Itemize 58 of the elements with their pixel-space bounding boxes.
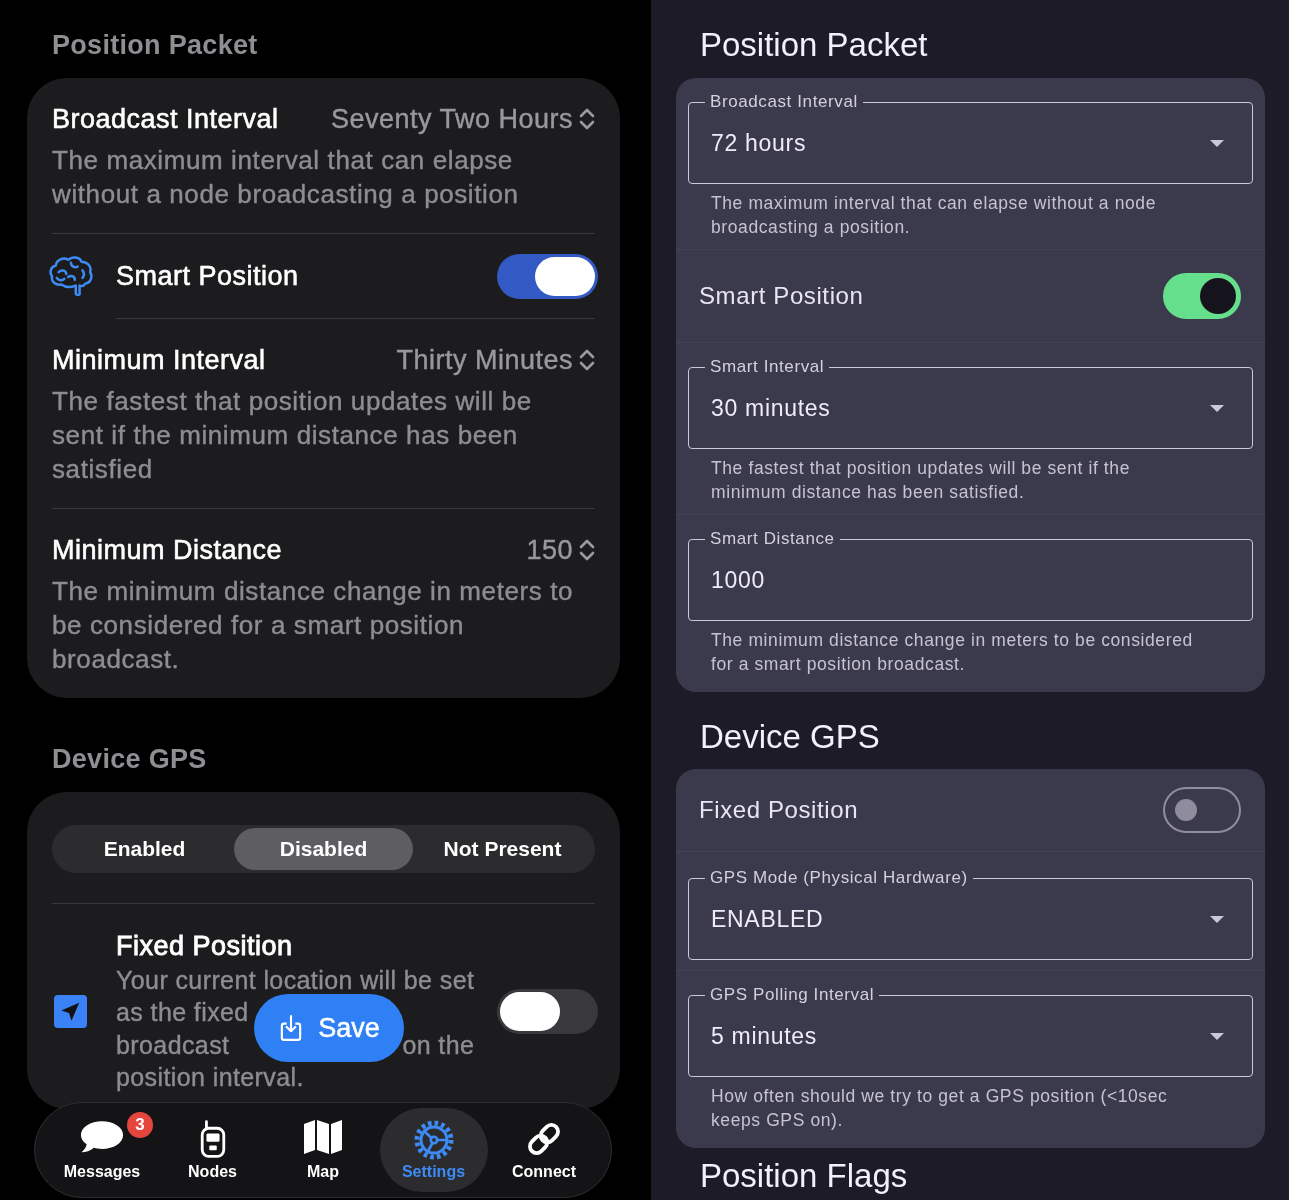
segment-tab[interactable]: Enabled (55, 828, 234, 870)
chevron-up-down-icon (579, 538, 595, 562)
toggle-switch[interactable] (497, 989, 598, 1035)
settings-icon (413, 1120, 454, 1160)
helper-text: The fastest that position updates will be sent if the minimum distance has been satisfied. (710, 457, 1131, 504)
setting-title: Minimum Distance (52, 534, 283, 566)
tab-bar-item[interactable]: Settings (379, 1108, 488, 1192)
section-heading: Position Packet (51, 29, 259, 61)
section-heading: Position Packet (699, 29, 929, 61)
setting-title: Broadcast Interval (52, 103, 279, 135)
setting-description: broadcast (116, 1029, 230, 1061)
chat-bubble-icon (79, 1120, 125, 1153)
picker-button[interactable]: Seventy Two Hours (330, 103, 595, 135)
segment-tab[interactable]: Not Present (413, 828, 592, 870)
select-field[interactable]: GPS Mode (Physical Hardware) ENABLED (688, 868, 1253, 960)
picker-button[interactable]: Thirty Minutes (396, 344, 595, 376)
map-icon (303, 1120, 343, 1154)
setting-description: position interval. (116, 1061, 304, 1093)
toggle-switch[interactable] (497, 253, 598, 299)
select-field[interactable]: Broadcast Interval 72 hours (688, 92, 1253, 184)
setting-label: Fixed Position (699, 796, 859, 824)
toggle-switch[interactable] (1163, 273, 1241, 319)
chevron-up-down-icon (579, 348, 595, 372)
helper-text: The maximum interval that can elapse without a node broadcasting a position. (710, 192, 1157, 239)
setting-description: on the (402, 1029, 475, 1061)
save-button[interactable]: Save (254, 994, 404, 1062)
picker-button[interactable]: 150 (526, 534, 595, 566)
setting-description: The fastest that position updates will be sent if the minimum distance has been satisfied (52, 385, 533, 486)
setting-title: Minimum Interval (52, 344, 266, 376)
caret-down-icon (1210, 139, 1224, 147)
segment-tab[interactable]: Disabled (234, 828, 413, 870)
section-heading: Device GPS (699, 721, 881, 753)
setting-description: as the fixed (116, 997, 249, 1029)
helper-text: How often should we try to get a GPS position (<10sec keeps GPS on). (710, 1085, 1169, 1132)
setting-title: Smart Position (116, 260, 300, 292)
tab-bar-item[interactable]: 3 Messages (48, 1108, 156, 1192)
caret-down-icon (1210, 404, 1224, 412)
input-field[interactable]: Smart Distance 1000 (688, 529, 1253, 621)
caret-down-icon (1210, 915, 1224, 923)
tab-bar-item[interactable]: Connect (490, 1108, 598, 1192)
tab-bar-item[interactable]: Map (269, 1108, 377, 1192)
setting-description: Your current location will be set (116, 965, 475, 996)
select-field[interactable]: GPS Polling Interval 5 minutes (688, 985, 1253, 1077)
unread-badge: 3 (127, 1112, 153, 1138)
brain-icon (48, 255, 94, 297)
chevron-up-down-icon (579, 107, 595, 131)
helper-text: The minimum distance change in meters to be considered for a smart position broadcast. (710, 629, 1194, 676)
setting-description: The minimum distance change in meters to be considered for a smart position broadcast. (52, 575, 575, 676)
setting-label: Smart Position (699, 282, 864, 310)
section-heading: Position Flags (699, 1160, 909, 1192)
caret-down-icon (1210, 1032, 1224, 1040)
tab-bar-item[interactable]: Nodes (158, 1108, 267, 1192)
setting-description: The maximum interval that can elapse without a node broadcasting a position (52, 144, 520, 211)
section-heading: Device GPS (51, 743, 208, 775)
setting-title: Fixed Position (116, 930, 293, 962)
select-field[interactable]: Smart Interval 30 minutes (688, 357, 1253, 449)
link-icon (525, 1120, 563, 1158)
toggle-switch[interactable] (1163, 787, 1241, 833)
